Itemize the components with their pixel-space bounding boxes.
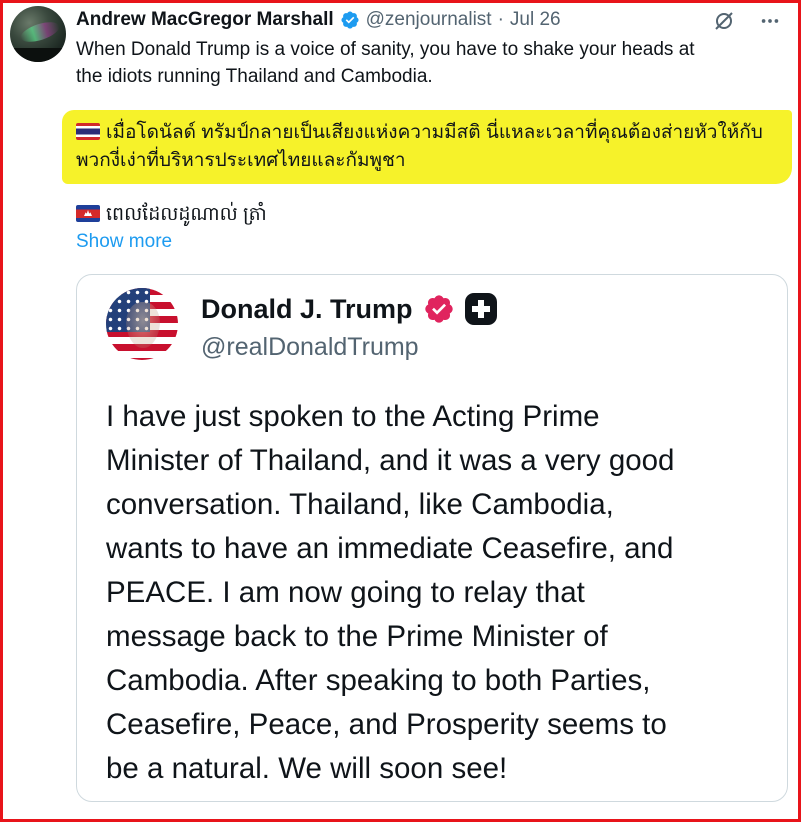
- tweet-actions-top: [711, 8, 783, 34]
- quoted-author-handle[interactable]: @realDonaldTrump: [201, 333, 419, 362]
- quoted-post-text: I have just spoken to the Acting Prime M…: [106, 395, 776, 791]
- quoted-text-line: wants to have an immediate Ceasefire, an…: [106, 532, 674, 565]
- quoted-text-line: Minister of Thailand, and it was a very …: [106, 444, 675, 477]
- quoted-text-line: Cambodia. After speaking to both Parties…: [106, 664, 651, 697]
- tweet-header: Andrew MacGregor Marshall @zenjournalist…: [76, 7, 561, 33]
- tweet-date[interactable]: Jul 26: [510, 9, 561, 31]
- truth-social-icon: [464, 293, 497, 325]
- quoted-text-line: I have just spoken to the Acting Prime: [106, 400, 600, 433]
- author-handle[interactable]: @zenjournalist: [366, 9, 492, 31]
- verified-badge-icon[interactable]: [340, 10, 360, 30]
- quoted-text-line: conversation. Thailand, like Cambodia,: [106, 488, 614, 521]
- more-icon[interactable]: [757, 8, 783, 34]
- quoted-author-name[interactable]: Donald J. Trump: [201, 294, 413, 325]
- tweet-text-line: the idiots running Thailand and Cambodia…: [76, 66, 433, 87]
- thai-translation: เมื่อโดนัลด์ ทรัมป์กลายเป็นเสียงแห่งความ…: [76, 119, 776, 175]
- quoted-post-card[interactable]: Donald J. Trump @realDonaldTrump I have …: [76, 274, 788, 802]
- thai-text-line: เมื่อโดนัลด์ ทรัมป์กลายเป็นเสียงแห่งความ…: [76, 119, 776, 147]
- verified-badge-icon: [424, 295, 453, 323]
- thai-text-line: พวกงี่เง่าที่บริหารประเทศไทยและกัมพูชา: [76, 150, 406, 171]
- cambodia-flag-icon: [76, 205, 100, 222]
- grok-icon[interactable]: [711, 8, 737, 34]
- show-more-link[interactable]: Show more: [76, 231, 172, 253]
- tweet-text-line: When Donald Trump is a voice of sanity, …: [76, 39, 695, 60]
- quoted-text-line: message back to the Prime Minister of: [106, 620, 608, 653]
- quoted-header: Donald J. Trump: [201, 293, 497, 325]
- thailand-flag-icon: [76, 123, 100, 140]
- quoted-avatar[interactable]: [106, 288, 178, 360]
- author-name[interactable]: Andrew MacGregor Marshall: [76, 9, 334, 31]
- avatar[interactable]: [10, 6, 66, 62]
- quoted-text-line: be a natural. We will soon see!: [106, 752, 508, 785]
- tweet-text: When Donald Trump is a voice of sanity, …: [76, 36, 776, 90]
- quoted-text-line: PEACE. I am now going to relay that: [106, 576, 585, 609]
- quoted-text-line: Ceasefire, Peace, and Prosperity seems t…: [106, 708, 667, 741]
- khmer-translation: ពេលដែលដូណាល់ ត្រាំ: [76, 203, 267, 227]
- separator-dot: ·: [497, 9, 504, 30]
- khmer-text: ពេលដែលដូណាល់ ត្រាំ: [106, 204, 267, 225]
